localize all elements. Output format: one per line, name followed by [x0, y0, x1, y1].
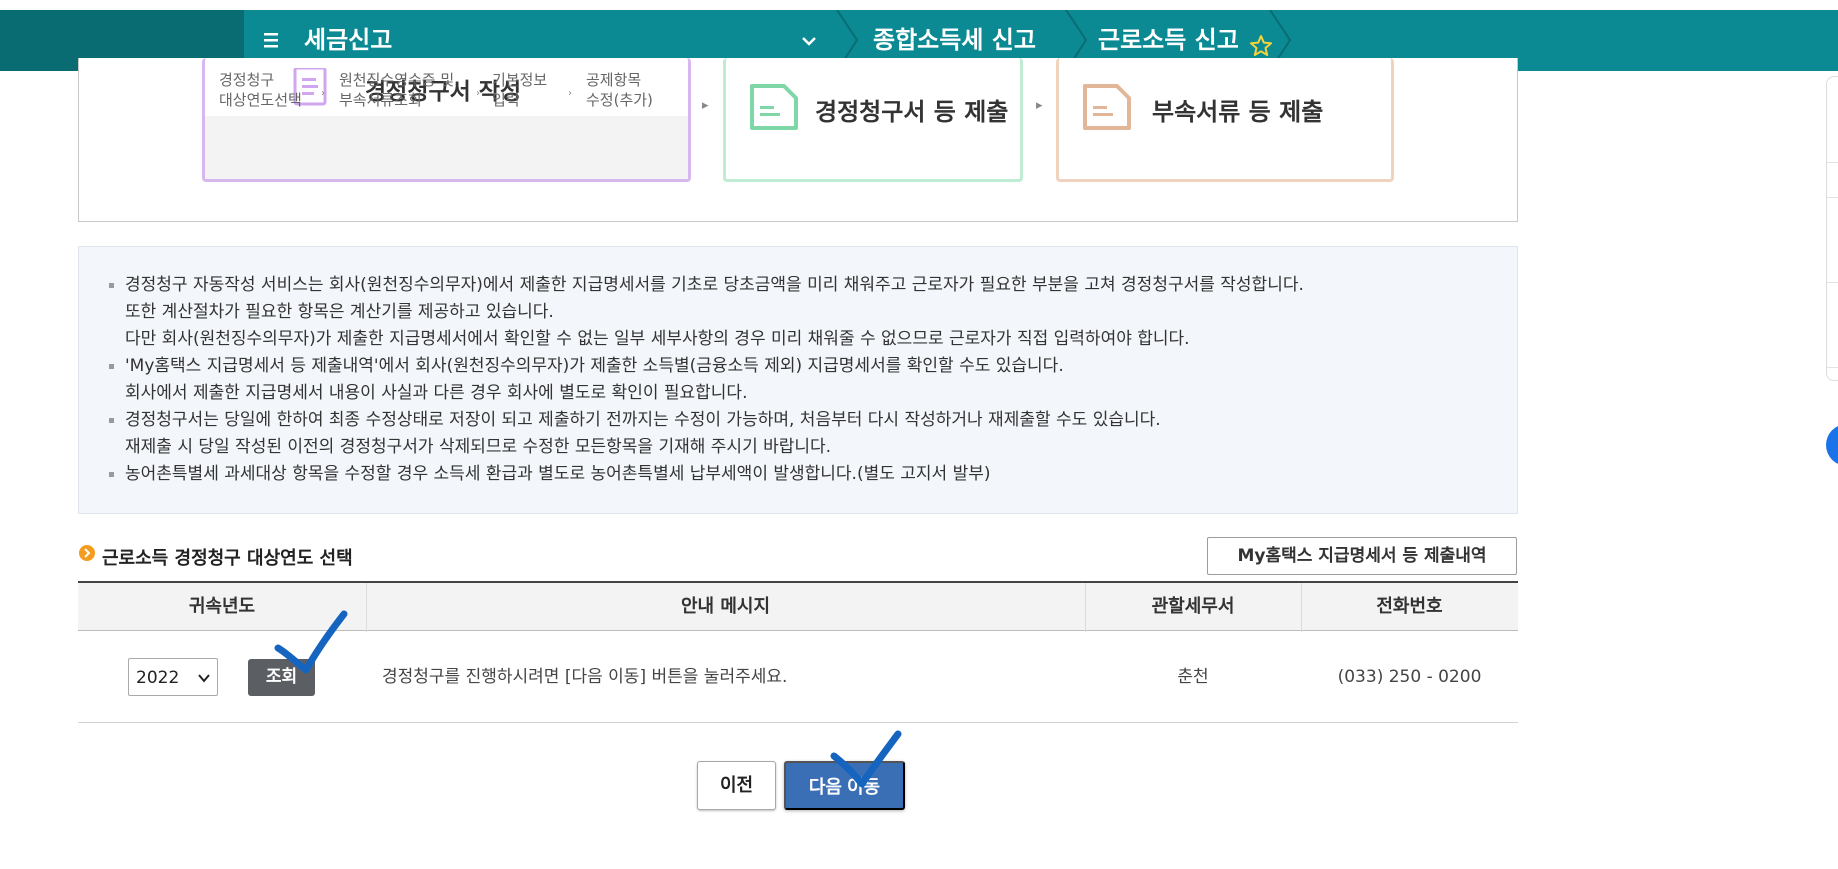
chevron-right-icon: › [321, 88, 325, 99]
bullet-icon [109, 364, 114, 369]
year-select[interactable]: 2022 [128, 658, 218, 696]
substep-withholding-receipt: 원천징수영수증 및 부속서류조회 [339, 71, 455, 109]
notice-line: 회사에서 제출한 지급명세서 내용이 사실과 다른 경우 회사에 별도로 확인이… [125, 383, 748, 403]
file-icon [1083, 84, 1131, 130]
previous-button[interactable]: 이전 [697, 761, 776, 810]
notice-line: 다만 회사(원천징수의무자)가 제출한 지급명세서에서 확인할 수 없는 일부 … [125, 329, 1190, 349]
chevron-right-icon: › [568, 88, 572, 99]
chevron-right-icon: › [476, 88, 480, 99]
submission-history-button[interactable]: My홈택스 지급명세서 등 제출내역 [1207, 537, 1517, 575]
year-select-value: 2022 [136, 668, 180, 688]
step-arrow-icon: ▸ [1036, 98, 1043, 113]
header-tax-office: 관할세무서 [1151, 596, 1235, 617]
guide-message: 경정청구를 진행하시려면 [다음 이동] 버튼을 눌러주세요. [382, 667, 788, 687]
hamburger-menu-icon[interactable] [262, 28, 284, 52]
chevron-down-icon[interactable] [800, 32, 818, 50]
chevron-down-icon [198, 674, 210, 683]
substep-deduction-edit: 공제항목 수정(추가) [586, 71, 653, 109]
header-message: 안내 메시지 [680, 596, 771, 617]
step-submit-claim: 경정청구서 등 제출 [723, 58, 1023, 182]
bullet-icon [109, 283, 114, 288]
notice-line: 재제출 시 당일 작성된 이전의 경정청구서가 삭제되므로 수정한 모든항목을 … [125, 437, 832, 457]
step-submit-attachments: 부속서류 등 제출 [1056, 58, 1394, 182]
section-bullet-icon [79, 545, 95, 561]
breadcrumb-earned-income[interactable]: 근로소득 신고 [1098, 25, 1239, 55]
substep-select-year: 경정청구 대상연도선택 [219, 71, 302, 109]
floating-help-button[interactable] [1826, 424, 1838, 466]
bullet-icon [109, 472, 114, 477]
phone-value: (033) 250 - 0200 [1337, 667, 1482, 687]
step-arrow-icon: ▸ [702, 98, 709, 113]
notice-line: 경정청구 자동작성 서비스는 회사(원천징수의무자)에서 제출한 지급명세서를 … [125, 275, 1304, 295]
section-title: 근로소득 경정청구 대상연도 선택 [102, 548, 353, 569]
checkmark-annotation-icon [274, 610, 348, 674]
step-title: 부속서류 등 제출 [1152, 98, 1324, 126]
checkmark-annotation-icon [830, 730, 902, 788]
year-selection-table: 귀속년도 안내 메시지 관할세무서 전화번호 2022 조회 경정청구를 진행하… [78, 581, 1518, 723]
notice-line: 'My홈택스 지급명세서 등 제출내역'에서 회사(원천징수의무자)가 제출한 … [125, 356, 1064, 376]
notice-line: 농어촌특별세 과세대상 항목을 수정할 경우 소득세 환급과 별도로 농어촌특별… [125, 464, 991, 484]
substep-basic-info: 기본정보 입력 [492, 71, 548, 109]
notice-line: 또한 계산절차가 필요한 항목은 계산기를 제공하고 있습니다. [125, 302, 554, 322]
tax-office-value: 춘천 [1177, 667, 1209, 687]
side-quick-menu[interactable] [1826, 76, 1838, 381]
bullet-icon [109, 418, 114, 423]
breadcrumb-comprehensive-income[interactable]: 종합소득세 신고 [873, 25, 1036, 55]
notice-box: 경정청구 자동작성 서비스는 회사(원천징수의무자)에서 제출한 지급명세서를 … [78, 246, 1518, 514]
step-title: 경정청구서 등 제출 [815, 98, 1009, 126]
notice-line: 경정청구서는 당일에 한하여 최종 수정상태로 저장이 되고 제출하기 전까지는… [125, 410, 1161, 430]
header-phone: 전화번호 [1376, 596, 1443, 617]
menu-title[interactable]: 세금신고 [304, 24, 392, 56]
file-icon [750, 84, 798, 130]
